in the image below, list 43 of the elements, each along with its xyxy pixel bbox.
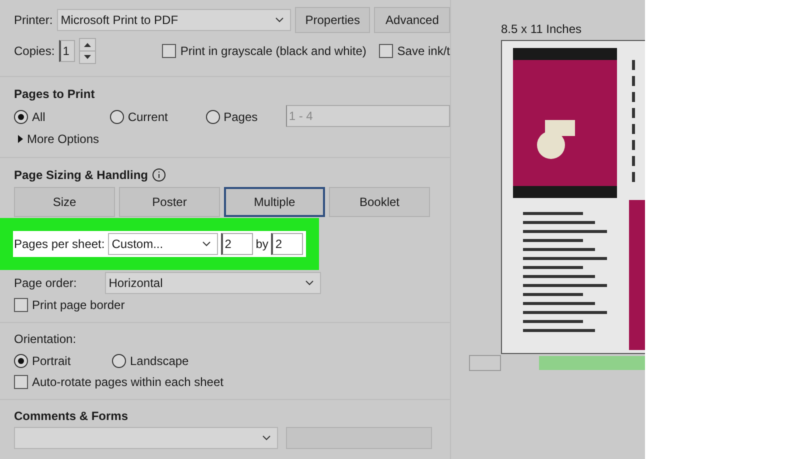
- chevron-down-icon: [262, 435, 271, 441]
- dialog-button[interactable]: Advanced: [374, 7, 450, 33]
- paper-size-label: 8.5 x 11 Inches: [501, 22, 582, 36]
- info-icon[interactable]: [152, 168, 166, 182]
- dialog-button[interactable]: [286, 427, 432, 449]
- rows-field[interactable]: 2: [271, 233, 304, 255]
- checkbox[interactable]: Auto-rotate pages within each sheet: [14, 375, 224, 389]
- copies-label: Copies:: [14, 44, 55, 58]
- tab[interactable]: Multiple: [224, 187, 325, 217]
- printer-label: Printer:: [14, 13, 53, 27]
- pages-per-sheet-dropdown[interactable]: Custom...: [108, 233, 218, 255]
- tab[interactable]: Booklet: [329, 187, 430, 217]
- radio-button[interactable]: Landscape: [112, 354, 189, 368]
- printer-dropdown[interactable]: Microsoft Print to PDF: [56, 9, 291, 31]
- tab[interactable]: Size: [14, 187, 115, 217]
- columns-field[interactable]: 2: [220, 233, 253, 255]
- checkbox[interactable]: Print page border: [14, 298, 125, 312]
- radio-button[interactable]: Portrait: [14, 354, 71, 368]
- by-label: by: [256, 237, 268, 251]
- comments-dropdown[interactable]: [14, 427, 278, 449]
- chevron-down-icon: [304, 280, 314, 286]
- button-background[interactable]: [469, 355, 501, 371]
- spinner-icon[interactable]: [79, 38, 96, 64]
- checkbox[interactable]: Save ink/t: [379, 44, 450, 58]
- radio-button[interactable]: All: [14, 110, 46, 124]
- triangle-right-icon: [18, 135, 23, 143]
- radio-button[interactable]: Current: [110, 110, 168, 124]
- section-title: Comments & Forms: [14, 409, 128, 423]
- button-background[interactable]: [539, 356, 645, 370]
- dialog-button[interactable]: Properties: [294, 7, 370, 33]
- more-options-link[interactable]: More Options: [27, 132, 100, 146]
- page-order-dropdown[interactable]: Horizontal: [104, 272, 321, 294]
- section-title: Page Sizing & Handling: [14, 168, 148, 182]
- chevron-down-icon: [202, 241, 211, 247]
- radio-button[interactable]: Pages: [206, 110, 258, 124]
- chevron-down-icon: [274, 17, 284, 23]
- checkbox[interactable]: Print in grayscale (black and white): [162, 44, 366, 58]
- copies-field[interactable]: 1: [58, 40, 76, 62]
- page-order-label: Page order:: [14, 276, 77, 290]
- section-title: Pages to Print: [14, 87, 95, 101]
- pages-per-sheet-label: Pages per sheet:: [14, 237, 105, 251]
- section-title: Orientation:: [14, 332, 76, 346]
- tab[interactable]: Poster: [119, 187, 220, 217]
